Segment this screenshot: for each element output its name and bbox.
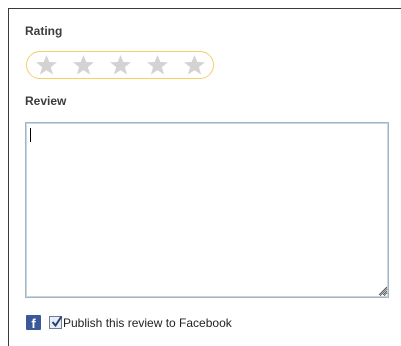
facebook-icon: f xyxy=(26,315,41,330)
star-4-icon[interactable] xyxy=(145,54,170,76)
review-label: Review xyxy=(25,94,67,108)
star-3-icon[interactable] xyxy=(108,54,133,76)
facebook-publish-row: f Publish this review to Facebook xyxy=(26,315,232,330)
review-textarea[interactable] xyxy=(25,122,389,298)
rating-label: Rating xyxy=(25,24,63,38)
star-rating-control[interactable] xyxy=(26,51,214,79)
text-caret xyxy=(30,128,31,142)
checkmark-icon xyxy=(51,315,63,328)
star-1-icon[interactable] xyxy=(34,54,59,76)
publish-to-facebook-label[interactable]: Publish this review to Facebook xyxy=(63,316,232,330)
publish-to-facebook-checkbox[interactable] xyxy=(49,315,63,329)
star-2-icon[interactable] xyxy=(71,54,96,76)
star-5-icon[interactable] xyxy=(182,54,207,76)
resize-grip-icon[interactable] xyxy=(377,285,387,295)
